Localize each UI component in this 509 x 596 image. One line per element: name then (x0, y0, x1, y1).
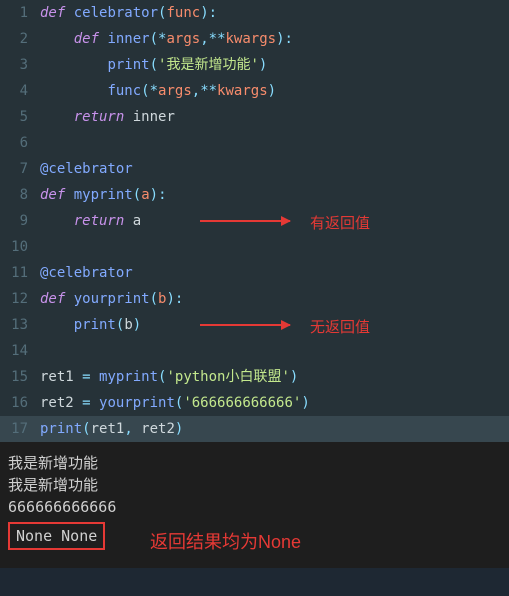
line-number: 3 (0, 52, 40, 78)
line-number: 11 (0, 260, 40, 286)
code-line: 6 (0, 130, 509, 156)
line-number: 12 (0, 286, 40, 312)
code-line: 13 print(b) 无返回值 (0, 312, 509, 338)
output-line: 我是新增功能 (8, 452, 501, 474)
line-number: 14 (0, 338, 40, 364)
arrow-icon (200, 324, 290, 326)
code-content: func(*args,**kwargs) (40, 78, 509, 104)
line-number: 17 (0, 416, 40, 442)
line-number: 9 (0, 208, 40, 234)
code-line: 10 (0, 234, 509, 260)
line-number: 7 (0, 156, 40, 182)
code-line: 12 def yourprint(b): (0, 286, 509, 312)
code-line: 17 print(ret1, ret2) (0, 416, 509, 442)
code-line: 4 func(*args,**kwargs) (0, 78, 509, 104)
code-content: def inner(*args,**kwargs): (40, 26, 509, 52)
code-content: def myprint(a): (40, 182, 509, 208)
code-line: 14 (0, 338, 509, 364)
code-line: 16 ret2 = yourprint('666666666666') (0, 390, 509, 416)
code-line: 1 def celebrator(func): (0, 0, 509, 26)
output-line: 666666666666 (8, 496, 501, 518)
code-content: def celebrator(func): (40, 0, 509, 26)
code-content: return a 有返回值 (40, 208, 509, 234)
line-number: 13 (0, 312, 40, 338)
code-line: 8 def myprint(a): (0, 182, 509, 208)
code-content: def yourprint(b): (40, 286, 509, 312)
line-number: 10 (0, 234, 40, 260)
code-content: @celebrator (40, 156, 509, 182)
line-number: 15 (0, 364, 40, 390)
line-number: 5 (0, 104, 40, 130)
none-result-box: None None (8, 522, 105, 550)
code-line: 7 @celebrator (0, 156, 509, 182)
line-number: 6 (0, 130, 40, 156)
code-line: 3 print('我是新增功能') (0, 52, 509, 78)
code-line: 9 return a 有返回值 (0, 208, 509, 234)
line-number: 8 (0, 182, 40, 208)
code-content: ret2 = yourprint('666666666666') (40, 390, 509, 416)
line-number: 4 (0, 78, 40, 104)
arrow-icon (200, 220, 290, 222)
code-content: return inner (40, 104, 509, 130)
code-editor: 1 def celebrator(func): 2 def inner(*arg… (0, 0, 509, 442)
code-line: 2 def inner(*args,**kwargs): (0, 26, 509, 52)
code-content: ret1 = myprint('python小白联盟') (40, 364, 509, 390)
code-content (40, 130, 509, 156)
code-line: 15 ret1 = myprint('python小白联盟') (0, 364, 509, 390)
code-content: print(ret1, ret2) (40, 416, 509, 442)
line-number: 1 (0, 0, 40, 26)
line-number: 2 (0, 26, 40, 52)
line-number: 16 (0, 390, 40, 416)
code-content: print('我是新增功能') (40, 52, 509, 78)
output-panel: 我是新增功能 我是新增功能 666666666666 None None 返回结… (0, 442, 509, 568)
code-content (40, 234, 509, 260)
code-content (40, 338, 509, 364)
code-content: print(b) 无返回值 (40, 312, 509, 338)
output-line: 我是新增功能 (8, 474, 501, 496)
code-line: 11 @celebrator (0, 260, 509, 286)
annotation-result-none: 返回结果均为None (150, 528, 301, 554)
code-line: 5 return inner (0, 104, 509, 130)
code-content: @celebrator (40, 260, 509, 286)
